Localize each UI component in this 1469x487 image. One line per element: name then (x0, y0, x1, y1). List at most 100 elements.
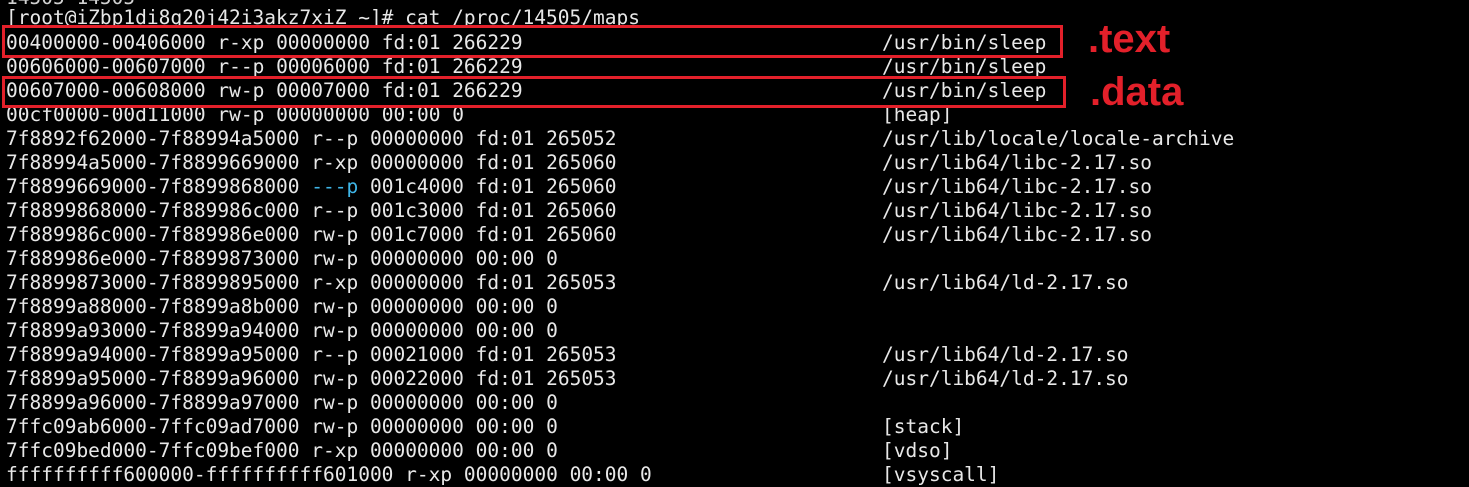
address-range: 7f889986c000-7f889986e000 (6, 223, 300, 246)
inode: 265060 (546, 175, 617, 198)
permissions: r--p (311, 127, 359, 150)
offset: 00000000 (369, 247, 464, 270)
inode: 0 (546, 391, 558, 414)
address-range: 7f8899a96000-7f8899a97000 (6, 391, 300, 414)
maps-row: 7ffc09ab6000-7ffc09ad7000 rw-p 00000000 … (6, 415, 964, 439)
address-range: 7f8899868000-7f889986c000 (6, 199, 300, 222)
permissions: rw-p (311, 415, 359, 438)
permissions: r-xp (311, 271, 359, 294)
maps-row: 7f8899a88000-7f8899a8b000 rw-p 00000000 … (6, 295, 558, 319)
inode: 0 (546, 295, 558, 318)
offset: 00000000 (369, 319, 464, 342)
address-range: 7ffc09bed000-7ffc09bef000 (6, 439, 300, 462)
offset: 00000000 (369, 127, 464, 150)
permissions: rw-p (311, 391, 359, 414)
permissions: rw-p (311, 247, 359, 270)
offset: 00000000 (463, 463, 558, 486)
maps-row: 7f88994a5000-7f8899669000 r-xp 00000000 … (6, 151, 1152, 175)
permissions: r-xp (311, 439, 359, 462)
address-range: 7f8899a95000-7f8899a96000 (6, 367, 300, 390)
mapped-path: /usr/lib64/ld-2.17.so (882, 343, 1129, 366)
permissions: r-xp (405, 463, 453, 486)
address-range: 7f8892f62000-7f88994a5000 (6, 127, 300, 150)
permissions: ---p (311, 175, 359, 198)
permissions: r-xp (311, 151, 359, 174)
offset: 00022000 (369, 367, 464, 390)
address-range: 7f8899873000-7f8899895000 (6, 271, 300, 294)
data-segment-highlight (2, 76, 1066, 108)
mapped-path: [vdso] (882, 439, 953, 462)
maps-row: 7f8899a94000-7f8899a95000 r--p 00021000 … (6, 343, 1129, 367)
mapped-path: [vsyscall] (882, 463, 1000, 486)
permissions: r--p (311, 199, 359, 222)
mapped-path: /usr/lib64/libc-2.17.so (882, 151, 1153, 174)
device: fd:01 (475, 343, 535, 366)
offset: 00000000 (369, 295, 464, 318)
mapped-path: /usr/lib/locale/locale-archive (882, 127, 1235, 150)
maps-row: 7f8899a93000-7f8899a94000 rw-p 00000000 … (6, 319, 558, 343)
address-range: 7f889986e000-7f8899873000 (6, 247, 300, 270)
inode: 0 (546, 439, 558, 462)
maps-row: 7f8899669000-7f8899868000 ---p 001c4000 … (6, 175, 1152, 199)
inode: 265053 (546, 367, 617, 390)
inode: 0 (546, 247, 558, 270)
permissions: rw-p (311, 367, 359, 390)
device: fd:01 (475, 223, 535, 246)
terminal-window[interactable]: 14505 14505 [root@iZbp1di8q20j42i3akz7xi… (0, 0, 1469, 487)
permissions: rw-p (311, 223, 359, 246)
offset: 00000000 (369, 391, 464, 414)
inode: 265060 (546, 151, 617, 174)
offset: 00000000 (369, 439, 464, 462)
maps-row: 7f889986c000-7f889986e000 rw-p 001c7000 … (6, 223, 1152, 247)
inode: 265052 (546, 127, 617, 150)
mapped-path: /usr/lib64/libc-2.17.so (882, 223, 1153, 246)
offset: 00000000 (369, 415, 464, 438)
data-section-label: .data (1090, 70, 1184, 114)
permissions: rw-p (311, 295, 359, 318)
maps-row: 7f8892f62000-7f88994a5000 r--p 00000000 … (6, 127, 1234, 151)
address-range: 7f8899a93000-7f8899a94000 (6, 319, 300, 342)
mapped-path: /usr/lib64/libc-2.17.so (882, 175, 1153, 198)
address-range: 7f8899a88000-7f8899a8b000 (6, 295, 300, 318)
text-segment-highlight (2, 25, 1063, 58)
address-range: ffffffffff600000-ffffffffff601000 (6, 463, 394, 486)
inode: 265060 (546, 223, 617, 246)
mapped-path: /usr/lib64/libc-2.17.so (882, 199, 1153, 222)
maps-row: 7ffc09bed000-7ffc09bef000 r-xp 00000000 … (6, 439, 952, 463)
device: 00:00 (475, 247, 535, 270)
inode: 265060 (546, 199, 617, 222)
permissions: rw-p (311, 319, 359, 342)
inode: 265053 (546, 271, 617, 294)
device: 00:00 (475, 295, 535, 318)
maps-row: 7f8899868000-7f889986c000 r--p 001c3000 … (6, 199, 1152, 223)
mapped-path: /usr/lib64/ld-2.17.so (882, 271, 1129, 294)
device: fd:01 (475, 151, 535, 174)
mapped-path: /usr/lib64/ld-2.17.so (882, 367, 1129, 390)
device: fd:01 (475, 367, 535, 390)
device: fd:01 (475, 271, 535, 294)
device: 00:00 (569, 463, 629, 486)
inode: 0 (640, 463, 652, 486)
offset: 00000000 (369, 271, 464, 294)
device: 00:00 (475, 391, 535, 414)
offset: 001c4000 (369, 175, 464, 198)
device: fd:01 (475, 127, 535, 150)
permissions: r--p (311, 343, 359, 366)
maps-row: 7f8899a95000-7f8899a96000 rw-p 00022000 … (6, 367, 1129, 391)
inode: 265053 (546, 343, 617, 366)
mapped-path: [stack] (882, 415, 965, 438)
device: 00:00 (475, 439, 535, 462)
device: fd:01 (475, 175, 535, 198)
address-range: 7f88994a5000-7f8899669000 (6, 151, 300, 174)
text-section-label: .text (1088, 17, 1171, 61)
offset: 001c7000 (369, 223, 464, 246)
offset: 00000000 (369, 151, 464, 174)
address-range: 7ffc09ab6000-7ffc09ad7000 (6, 415, 300, 438)
maps-row: 7f8899873000-7f8899895000 r-xp 00000000 … (6, 271, 1129, 295)
address-range: 7f8899a94000-7f8899a95000 (6, 343, 300, 366)
maps-row: 7f889986e000-7f8899873000 rw-p 00000000 … (6, 247, 558, 271)
device: 00:00 (475, 415, 535, 438)
device: fd:01 (475, 199, 535, 222)
offset: 00021000 (369, 343, 464, 366)
inode: 0 (546, 415, 558, 438)
